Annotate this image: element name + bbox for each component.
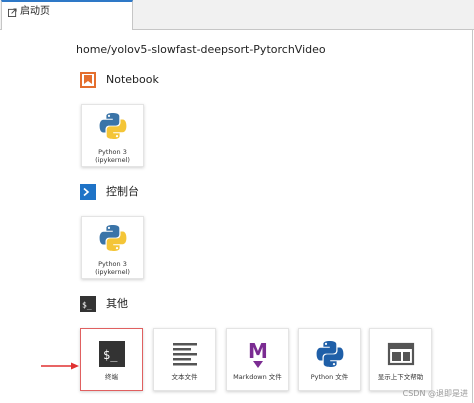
- python-file-card[interactable]: Python 文件: [298, 328, 361, 391]
- python-logo-icon: [99, 113, 127, 139]
- kernel-name: Python 3: [98, 260, 127, 268]
- text-file-icon: [173, 343, 197, 366]
- text-file-label: 文本文件: [171, 373, 198, 381]
- terminal-icon: $_: [99, 341, 125, 367]
- terminal-label: 终端: [105, 373, 118, 381]
- notebook-python3-card[interactable]: Python 3 (ipykernel): [81, 104, 144, 167]
- python-file-label: Python 文件: [310, 373, 349, 381]
- python-logo-icon: [99, 225, 127, 251]
- context-help-label: 显示上下文帮助: [377, 373, 424, 381]
- svg-text:M: M: [248, 339, 268, 363]
- context-help-icon: [387, 342, 415, 366]
- kernel-spec: (ipykernel): [95, 156, 130, 164]
- current-path: home/yolov5-slowfast-deepsort-PytorchVid…: [76, 43, 326, 56]
- tab-launcher[interactable]: 启动页: [1, 0, 133, 30]
- markdown-file-card[interactable]: M Markdown 文件: [226, 328, 289, 391]
- section-title: 控制台: [106, 185, 139, 198]
- tab-bar: 启动页: [0, 0, 474, 30]
- watermark: CSDN @退即是进: [402, 389, 468, 398]
- markdown-file-label: Markdown 文件: [233, 373, 282, 381]
- markdown-icon: M: [248, 339, 268, 368]
- console-python3-card[interactable]: Python 3 (ipykernel): [81, 216, 144, 279]
- console-icon: [80, 184, 96, 200]
- terminal-card[interactable]: $_ 终端: [80, 328, 143, 391]
- launcher-icon: [8, 8, 17, 17]
- notebook-icon: [80, 72, 96, 88]
- svg-text:$_: $_: [103, 348, 118, 362]
- kernel-name: Python 3: [98, 148, 127, 156]
- svg-text:$_: $_: [82, 301, 92, 310]
- kernel-spec: (ipykernel): [95, 268, 130, 276]
- annotation-arrow-icon: [41, 362, 79, 370]
- section-title: Notebook: [106, 73, 159, 86]
- text-file-card[interactable]: 文本文件: [153, 328, 216, 391]
- tab-label: 启动页: [20, 6, 50, 17]
- terminal-icon: $_: [80, 296, 96, 312]
- section-title: 其他: [106, 297, 128, 310]
- python-file-icon: [316, 341, 344, 367]
- context-help-card[interactable]: 显示上下文帮助: [369, 328, 432, 391]
